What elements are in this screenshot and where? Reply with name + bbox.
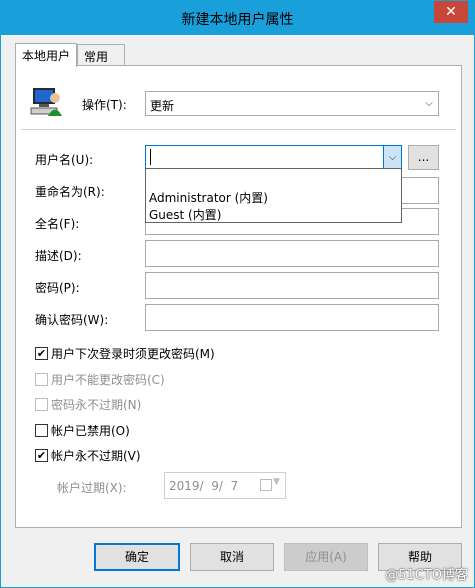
description-input[interactable] (145, 240, 439, 267)
watermark: @51CTO博客 (385, 568, 468, 583)
title-bar[interactable]: 新建本地用户属性 ✕ (1, 1, 474, 35)
expiry-date-picker: 2019/ 9/ 7 ▼ (164, 472, 286, 499)
text-cursor (150, 149, 151, 165)
action-value: 更新 (150, 99, 175, 113)
checkbox-must-change-password[interactable]: ✔ 用户下次登录时须更改密码(M) (35, 345, 215, 361)
checkbox-checked-icon[interactable]: ✔ (35, 449, 48, 462)
password-input[interactable] (145, 272, 439, 299)
checkbox-checked-icon[interactable]: ✔ (35, 347, 48, 360)
checkbox-cannot-change-password: 用户不能更改密码(C) (35, 371, 165, 387)
dialog-window: 新建本地用户属性 ✕ 本地用户 常用 操作(T): 更新 ⌵ 用户名(U): ⌵… (0, 0, 475, 588)
chevron-down-icon: ⌵ (425, 98, 433, 109)
fullname-label: 全名(F): (35, 217, 80, 231)
close-button[interactable]: ✕ (434, 1, 468, 23)
username-dropdown-list: Administrator (内置) Guest (内置) (145, 168, 402, 223)
checkbox-password-never-expires: 密码永不过期(N) (35, 396, 141, 412)
apply-button: 应用(A) (284, 543, 368, 571)
dropdown-option-guest[interactable]: Guest (内置) (149, 206, 221, 223)
username-combo[interactable]: ⌵ (145, 145, 402, 170)
checkbox-account-disabled[interactable]: 帐户已禁用(O) (35, 422, 130, 438)
browse-button[interactable]: ... (408, 145, 439, 170)
tab-local-user[interactable]: 本地用户 (15, 43, 77, 67)
checkbox-icon (35, 398, 48, 411)
chevron-down-icon[interactable]: ⌵ (383, 146, 401, 169)
checkbox-icon[interactable] (35, 424, 48, 437)
account-expires-label: 帐户过期(X): (57, 481, 127, 495)
description-label: 描述(D): (35, 249, 82, 263)
action-label: 操作(T): (82, 98, 127, 112)
password-label: 密码(P): (35, 281, 80, 295)
ok-button[interactable]: 确定 (94, 543, 180, 571)
dropdown-option-administrator[interactable]: Administrator (内置) (149, 189, 268, 206)
expiry-date-value: 2019/ 9/ 7 (169, 479, 239, 493)
rename-label: 重命名为(R): (35, 185, 105, 199)
checkbox-account-never-expires[interactable]: ✔ 帐户永不过期(V) (35, 447, 141, 463)
checkbox-icon (35, 373, 48, 386)
calendar-icon (260, 479, 272, 491)
confirm-password-input[interactable] (145, 304, 439, 331)
divider (21, 129, 456, 130)
username-label: 用户名(U): (35, 153, 94, 167)
action-select[interactable]: 更新 ⌵ (145, 91, 439, 116)
cancel-button[interactable]: 取消 (190, 543, 274, 571)
window-title: 新建本地用户属性 (181, 12, 294, 28)
user-computer-icon (29, 86, 65, 118)
chevron-down-icon: ▼ (273, 477, 280, 487)
tab-general[interactable]: 常用 (77, 44, 125, 66)
confirm-password-label: 确认密码(W): (35, 313, 109, 327)
close-icon: ✕ (445, 4, 457, 20)
